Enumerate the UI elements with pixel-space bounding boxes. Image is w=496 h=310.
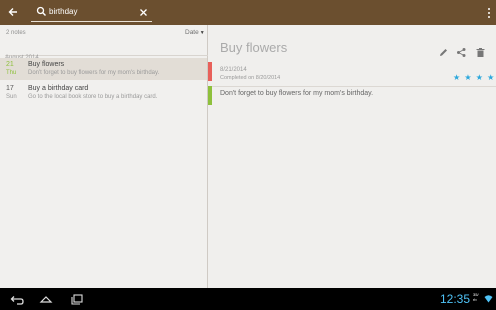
note-day: 21 <box>6 61 14 68</box>
clock: 12:35 <box>440 292 471 306</box>
star-rating[interactable]: ★ ★ ★ ★ <box>453 73 495 82</box>
note-weekday: Sun <box>6 94 17 100</box>
note-title: Buy a birthday card <box>28 85 89 92</box>
notes-list-pane: 2 notes Date▼ August 2014 21 Thu Buy flo… <box>0 25 208 288</box>
share-button[interactable] <box>456 45 467 57</box>
search-box <box>31 3 152 22</box>
detail-title: Buy flowers <box>220 40 288 55</box>
overflow-menu-button[interactable] <box>485 5 493 20</box>
note-excerpt: Don't forget to buy flowers for my mom's… <box>28 70 160 76</box>
search-icon <box>36 6 46 16</box>
note-body: Don't forget to buy flowers for my mom's… <box>220 90 374 97</box>
note-detail-pane: Buy flowers 8/21/2014 Completed on 8/20/… <box>208 25 496 288</box>
sort-label: Date <box>185 29 199 36</box>
overflow-menu-icon <box>488 8 490 18</box>
system-navigation-bar: 12:35 35/ rb <box>0 288 496 310</box>
close-icon <box>139 9 147 16</box>
delete-button[interactable] <box>475 45 486 57</box>
nav-recents-icon <box>71 294 83 305</box>
note-weekday: Thu <box>6 70 17 76</box>
search-input[interactable] <box>49 4 131 19</box>
note-date: 8/21/2014 <box>220 67 247 73</box>
edit-button[interactable] <box>438 45 449 56</box>
completed-date: Completed on 8/20/2014 <box>220 75 281 81</box>
trash-icon <box>476 48 485 57</box>
edit-pencil-icon <box>440 49 447 56</box>
note-list-item[interactable]: 21 Thu Buy flowers Don't forget to buy f… <box>0 58 207 80</box>
note-list-item[interactable]: 17 Sun Buy a birthday card Go to the loc… <box>0 82 207 104</box>
note-title: Buy flowers <box>28 61 65 68</box>
note-day: 17 <box>6 85 14 92</box>
note-excerpt: Go to the local book store to buy a birt… <box>28 94 158 100</box>
action-bar <box>0 0 496 25</box>
nav-recents-button[interactable] <box>69 292 85 306</box>
priority-indicator-red <box>208 62 212 81</box>
notes-count: 2 notes <box>6 30 26 36</box>
back-arrow-icon <box>8 8 17 16</box>
clear-search-button[interactable] <box>137 5 149 19</box>
wifi-icon <box>484 295 493 303</box>
nav-back-button[interactable] <box>9 292 25 306</box>
nav-home-icon <box>39 296 53 303</box>
month-section-header: August 2014 <box>5 46 208 61</box>
sort-dropdown[interactable]: Date▼ <box>185 29 205 36</box>
share-icon <box>457 48 466 57</box>
divider <box>212 86 496 87</box>
status-indicator-text: 35/ rb <box>473 292 479 302</box>
nav-home-button[interactable] <box>38 292 54 306</box>
nav-back-icon <box>10 296 24 305</box>
status-indicator-green <box>208 86 212 105</box>
back-button[interactable] <box>4 4 21 21</box>
status-small-bottom: rb <box>473 297 477 302</box>
caret-down-icon: ▼ <box>199 30 205 36</box>
